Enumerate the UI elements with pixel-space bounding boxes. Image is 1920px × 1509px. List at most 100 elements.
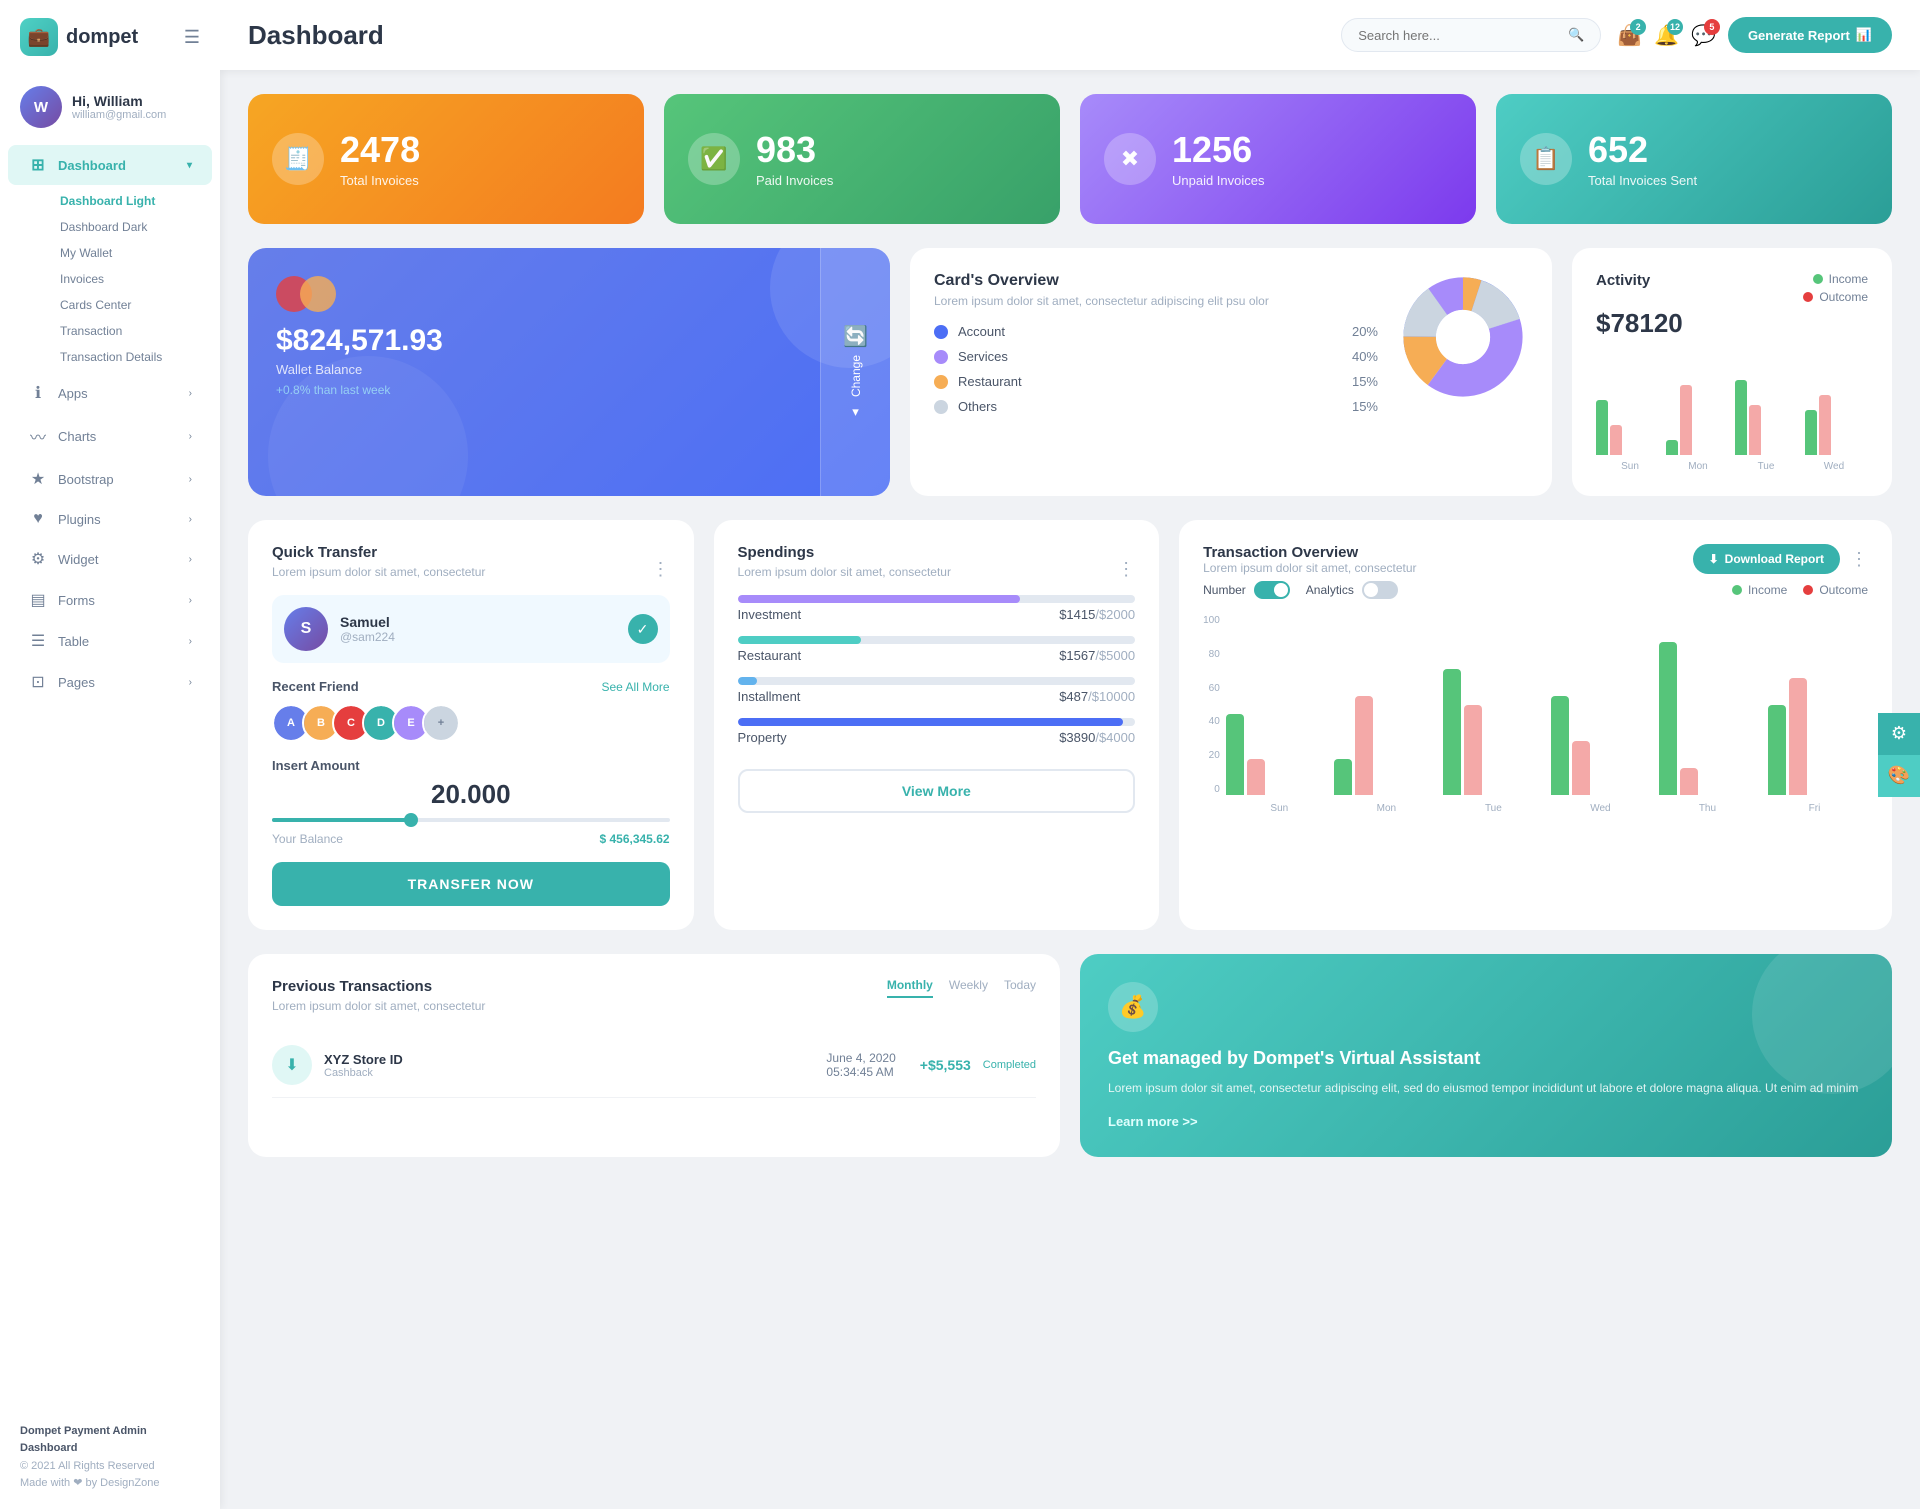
bell-icon-badge[interactable]: 🔔 12 (1654, 23, 1679, 48)
sidebar-item-forms[interactable]: ▤ Forms › (8, 580, 212, 620)
restaurant-label: Restaurant (958, 374, 1342, 389)
analytics-toggle[interactable] (1362, 581, 1398, 599)
pt-tabs: Monthly Weekly Today (887, 978, 1036, 998)
palette-icon: 🎨 (1888, 765, 1910, 786)
plugins-icon: ♥ (28, 510, 48, 528)
recent-friends-header: Recent Friend See All More (272, 679, 670, 694)
tx-info: XYZ Store ID Cashback (324, 1052, 814, 1079)
spending-header-installment: Installment $487/$10000 (738, 689, 1136, 704)
download-btn-label: Download Report (1725, 552, 1824, 566)
search-box[interactable]: 🔍 (1341, 18, 1601, 52)
sidebar-item-charts[interactable]: 〰 Charts › (8, 414, 212, 458)
check-icon: ✓ (628, 614, 658, 644)
search-input[interactable] (1358, 28, 1560, 43)
wallet-icon-badge[interactable]: 👜 2 (1617, 23, 1642, 48)
spendings-desc: Lorem ipsum dolor sit amet, consectetur (738, 565, 951, 579)
chevron-right-icon: › (189, 431, 192, 442)
va-learn-more-link[interactable]: Learn more >> (1108, 1114, 1864, 1129)
wallet-change: +0.8% than last week (276, 383, 862, 397)
tx-time: 05:34:45 AM (826, 1065, 895, 1079)
unpaid-icon: ✖ (1104, 133, 1156, 185)
fill-restaurant (738, 636, 861, 644)
slider-thumb (404, 813, 418, 827)
to-title-group: Transaction Overview Lorem ipsum dolor s… (1203, 544, 1416, 575)
label-mon: Mon (1664, 461, 1732, 472)
to-chart: Sun Mon Tue Wed Thu Fri (1226, 615, 1868, 814)
bar-group-wed-lg (1551, 696, 1651, 795)
subnav-dashboard-dark[interactable]: Dashboard Dark (48, 214, 220, 240)
row2: $824,571.93 Wallet Balance +0.8% than la… (248, 248, 1892, 496)
wallet-change-button[interactable]: 🔄 Change ▾ (820, 248, 890, 496)
sidebar-item-label: Table (58, 634, 89, 649)
tx-amount: +$5,553 (920, 1057, 971, 1073)
outcome-bar-mon-lg (1355, 696, 1373, 795)
subnav-transaction-details[interactable]: Transaction Details (48, 344, 220, 370)
sidebar-item-bootstrap[interactable]: ★ Bootstrap › (8, 459, 212, 499)
subnav-invoices[interactable]: Invoices (48, 266, 220, 292)
side-buttons: ⚙ 🎨 (1878, 713, 1920, 797)
pages-icon: ⊡ (28, 672, 48, 692)
sidebar-footer: Dompet Payment Admin Dashboard © 2021 Al… (0, 1407, 220, 1509)
friend-avatar: S (284, 607, 328, 651)
tab-monthly[interactable]: Monthly (887, 978, 933, 998)
investment-amount: $1415/$2000 (1059, 607, 1135, 622)
tab-today[interactable]: Today (1004, 978, 1036, 998)
see-all-link[interactable]: See All More (602, 680, 670, 694)
transfer-now-button[interactable]: TRANSFER NOW (272, 862, 670, 906)
chat-icon-badge[interactable]: 💬 5 (1691, 23, 1716, 48)
outcome-bar-wed-lg (1572, 741, 1590, 795)
sidebar-item-dashboard[interactable]: ⊞ Dashboard ▾ (8, 145, 212, 185)
total-sent-number: 652 (1588, 130, 1697, 170)
stat-card-info: 2478 Total Invoices (340, 130, 420, 189)
va-title: Get managed by Dompet's Virtual Assistan… (1108, 1048, 1864, 1069)
income-legend-to: Income (1732, 583, 1787, 597)
view-more-button[interactable]: View More (738, 769, 1136, 813)
to-toggles: Number Analytics Inc (1203, 581, 1868, 599)
hamburger-icon[interactable]: ☰ (184, 27, 200, 48)
tab-weekly[interactable]: Weekly (949, 978, 988, 998)
subnav-transaction[interactable]: Transaction (48, 318, 220, 344)
amount-display: 20.000 (272, 779, 670, 810)
friend-sm-add[interactable]: + (422, 704, 460, 742)
total-invoices-number: 2478 (340, 130, 420, 170)
sidebar-item-widget[interactable]: ⚙ Widget › (8, 539, 212, 579)
sidebar-item-pages[interactable]: ⊡ Pages › (8, 662, 212, 702)
chat-badge: 5 (1704, 19, 1720, 35)
income-bar-tue (1735, 380, 1747, 455)
label-thu-to: Thu (1654, 803, 1761, 814)
prev-transactions-card: Previous Transactions Lorem ipsum dolor … (248, 954, 1060, 1157)
sidebar-user: W Hi, William william@gmail.com (0, 74, 220, 140)
main-content: Dashboard 🔍 👜 2 🔔 12 💬 5 Generate Report… (220, 0, 1920, 1509)
to-legend: Income Outcome (1732, 583, 1868, 597)
subnav-cards-center[interactable]: Cards Center (48, 292, 220, 318)
footer-brand: Dompet Payment Admin Dashboard (20, 1423, 200, 1458)
sidebar-item-apps[interactable]: ℹ Apps › (8, 373, 212, 413)
outcome-legend: Outcome (1803, 290, 1868, 304)
subnav: Dashboard Light Dashboard Dark My Wallet… (0, 186, 220, 372)
friend-details: Samuel @sam224 (340, 614, 395, 644)
sidebar-item-table[interactable]: ☰ Table › (8, 621, 212, 661)
subnav-dashboard-light[interactable]: Dashboard Light (48, 188, 220, 214)
sent-icon: 📋 (1520, 133, 1572, 185)
to-menu-icon[interactable]: ⋮ (1850, 549, 1868, 570)
chevron-right-icon: › (189, 388, 192, 399)
amount-slider[interactable] (272, 818, 670, 822)
pt-title-group: Previous Transactions Lorem ipsum dolor … (272, 978, 485, 1029)
overview-item-services: Services 40% (934, 349, 1378, 364)
change-btn-text: Change (849, 355, 863, 397)
spending-investment: Investment $1415/$2000 (738, 595, 1136, 622)
sidebar-item-plugins[interactable]: ♥ Plugins › (8, 500, 212, 538)
generate-report-button[interactable]: Generate Report 📊 (1728, 17, 1892, 53)
qt-menu-icon[interactable]: ⋮ (652, 559, 670, 580)
spendings-menu-icon[interactable]: ⋮ (1117, 559, 1135, 580)
va-bg-circle (1752, 954, 1892, 1094)
number-toggle[interactable] (1254, 581, 1290, 599)
download-report-button[interactable]: ⬇ Download Report (1693, 544, 1840, 574)
user-email: william@gmail.com (72, 109, 166, 121)
subnav-my-wallet[interactable]: My Wallet (48, 240, 220, 266)
selected-friend[interactable]: S Samuel @sam224 ✓ (272, 595, 670, 663)
chevron-down-icon: ▾ (852, 404, 859, 420)
settings-side-button[interactable]: ⚙ (1878, 713, 1920, 755)
outcome-bar-fri-lg (1789, 678, 1807, 795)
palette-side-button[interactable]: 🎨 (1878, 755, 1920, 797)
